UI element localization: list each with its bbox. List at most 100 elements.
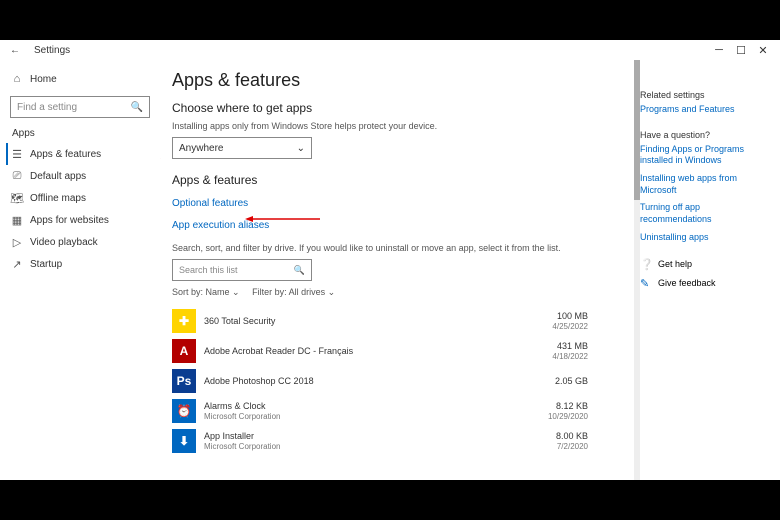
- app-size: 8.00 KB: [556, 431, 588, 442]
- app-search-input[interactable]: Search this list 🔍: [172, 259, 312, 281]
- scrollbar-thumb[interactable]: [634, 60, 640, 200]
- app-name: 360 Total Security: [204, 316, 544, 327]
- sidebar-item-offline-maps[interactable]: 🗺 Offline maps: [6, 187, 154, 209]
- sidebar-item-label: Default apps: [30, 171, 86, 182]
- app-meta: App InstallerMicrosoft Corporation: [204, 431, 548, 451]
- sidebar-item-video-playback[interactable]: ▷ Video playback: [6, 231, 154, 253]
- app-list-item[interactable]: ⬇ App InstallerMicrosoft Corporation 8.00 …: [172, 426, 628, 456]
- app-icon: A: [172, 339, 196, 363]
- sidebar-item-label: Startup: [30, 259, 62, 270]
- app-icon: ⬇: [172, 429, 196, 453]
- sidebar-item-label: Apps for websites: [30, 215, 109, 226]
- back-button[interactable]: ←: [6, 45, 24, 56]
- search-icon: 🔍: [131, 102, 143, 113]
- website-icon: ▦: [10, 213, 24, 227]
- sidebar-item-startup[interactable]: ↗ Startup: [6, 253, 154, 275]
- sidebar-item-label: Apps & features: [30, 149, 101, 160]
- sidebar-item-label: Offline maps: [30, 193, 86, 204]
- app-date: 4/18/2022: [552, 352, 588, 362]
- help-link[interactable]: Finding Apps or Programs installed in Wi…: [640, 144, 772, 167]
- help-link[interactable]: Installing web apps from Microsoft: [640, 173, 772, 196]
- app-execution-aliases-link[interactable]: App execution aliases: [172, 220, 269, 231]
- sidebar-search-placeholder: Find a setting: [17, 102, 77, 113]
- home-icon: ⌂: [10, 72, 24, 86]
- sidebar-heading: Apps: [12, 128, 154, 139]
- annotation-arrow-1: [160, 145, 170, 165]
- apps-icon: ☰: [10, 147, 24, 161]
- choose-source-dropdown[interactable]: Anywhere ⌄: [172, 137, 312, 159]
- letterbox-top: [0, 0, 780, 40]
- help-link[interactable]: Turning off app recommendations: [640, 202, 772, 225]
- app-meta: Alarms & ClockMicrosoft Corporation: [204, 401, 540, 421]
- app-date: 7/2/2020: [556, 442, 588, 452]
- app-right: 431 MB4/18/2022: [552, 341, 628, 361]
- search-icon: 🔍: [294, 265, 305, 276]
- titlebar: ← Settings ─ ☐ ✕: [0, 40, 780, 60]
- sort-dropdown[interactable]: Name ⌄: [206, 287, 240, 297]
- programs-and-features-link[interactable]: Programs and Features: [640, 104, 772, 116]
- filter-dropdown[interactable]: All drives ⌄: [289, 287, 336, 297]
- app-right: 8.00 KB7/2/2020: [556, 431, 628, 451]
- app-name: Alarms & Clock: [204, 401, 540, 412]
- sidebar-item-apps-for-websites[interactable]: ▦ Apps for websites: [6, 209, 154, 231]
- app-icon: ✚: [172, 309, 196, 333]
- chevron-down-icon: ⌄: [297, 143, 305, 154]
- give-feedback-link[interactable]: ✎ Give feedback: [640, 277, 772, 290]
- app-size: 100 MB: [552, 311, 588, 322]
- map-icon: 🗺: [10, 191, 24, 205]
- get-help-link[interactable]: ❔ Get help: [640, 258, 772, 271]
- app-publisher: Microsoft Corporation: [204, 412, 540, 422]
- default-apps-icon: ⎚: [10, 169, 24, 183]
- letterbox-bottom: [0, 480, 780, 520]
- app-date: 10/29/2020: [548, 412, 588, 422]
- app-size: 8.12 KB: [548, 401, 588, 412]
- app-icon: ⏰: [172, 399, 196, 423]
- arrow-left-icon: ←: [10, 45, 20, 56]
- app-size: 2.05 GB: [555, 376, 588, 387]
- sort-filter-row: Sort by: Name ⌄ Filter by: All drives ⌄: [172, 287, 628, 298]
- sidebar-item-label: Video playback: [30, 237, 98, 248]
- settings-window: ← Settings ─ ☐ ✕ ⌂ Home Find a setting 🔍…: [0, 40, 780, 480]
- choose-heading: Choose where to get apps: [172, 101, 628, 115]
- app-list: ✚ 360 Total Security 100 MB4/25/2022 A Adobe…: [172, 306, 628, 456]
- main-content: Apps & features Choose where to get apps…: [160, 60, 640, 480]
- app-name: Adobe Acrobat Reader DC - Français: [204, 346, 544, 357]
- startup-icon: ↗: [10, 257, 24, 271]
- minimize-button[interactable]: ─: [708, 44, 730, 56]
- right-pane: Related settings Programs and Features H…: [640, 60, 780, 480]
- app-list-item[interactable]: ✚ 360 Total Security 100 MB4/25/2022: [172, 306, 628, 336]
- help-icon: ❔: [640, 258, 652, 271]
- app-search-placeholder: Search this list: [179, 265, 238, 275]
- window-title: Settings: [34, 45, 70, 56]
- app-right: 100 MB4/25/2022: [552, 311, 628, 331]
- app-date: 4/25/2022: [552, 322, 588, 332]
- app-icon: Ps: [172, 369, 196, 393]
- question-heading: Have a question?: [640, 130, 772, 140]
- sidebar-search[interactable]: Find a setting 🔍: [10, 96, 150, 118]
- app-name: App Installer: [204, 431, 548, 442]
- sidebar-home[interactable]: ⌂ Home: [6, 68, 154, 90]
- apps-features-heading: Apps & features: [172, 173, 628, 187]
- sidebar-item-apps-features[interactable]: ☰ Apps & features: [6, 143, 154, 165]
- app-publisher: Microsoft Corporation: [204, 442, 548, 452]
- app-list-item[interactable]: Ps Adobe Photoshop CC 2018 2.05 GB: [172, 366, 628, 396]
- video-icon: ▷: [10, 235, 24, 249]
- close-button[interactable]: ✕: [752, 44, 774, 57]
- choose-subtext: Installing apps only from Windows Store …: [172, 121, 628, 131]
- search-instructions: Search, sort, and filter by drive. If yo…: [172, 243, 628, 253]
- sort-label: Sort by:: [172, 287, 203, 297]
- app-right: 2.05 GB: [555, 376, 628, 387]
- sidebar: ⌂ Home Find a setting 🔍 Apps ☰ Apps & fe…: [0, 60, 160, 480]
- help-link[interactable]: Uninstalling apps: [640, 232, 772, 244]
- window-body: ⌂ Home Find a setting 🔍 Apps ☰ Apps & fe…: [0, 60, 780, 480]
- maximize-button[interactable]: ☐: [730, 44, 752, 57]
- filter-label: Filter by:: [252, 287, 287, 297]
- app-list-item[interactable]: A Adobe Acrobat Reader DC - Français 431 M…: [172, 336, 628, 366]
- app-list-item[interactable]: ⏰ Alarms & ClockMicrosoft Corporation 8.12…: [172, 396, 628, 426]
- optional-features-link[interactable]: Optional features: [172, 198, 248, 209]
- app-meta: Adobe Photoshop CC 2018: [204, 376, 547, 387]
- dropdown-value: Anywhere: [179, 143, 223, 154]
- sidebar-item-default-apps[interactable]: ⎚ Default apps: [6, 165, 154, 187]
- app-size: 431 MB: [552, 341, 588, 352]
- app-name: Adobe Photoshop CC 2018: [204, 376, 547, 387]
